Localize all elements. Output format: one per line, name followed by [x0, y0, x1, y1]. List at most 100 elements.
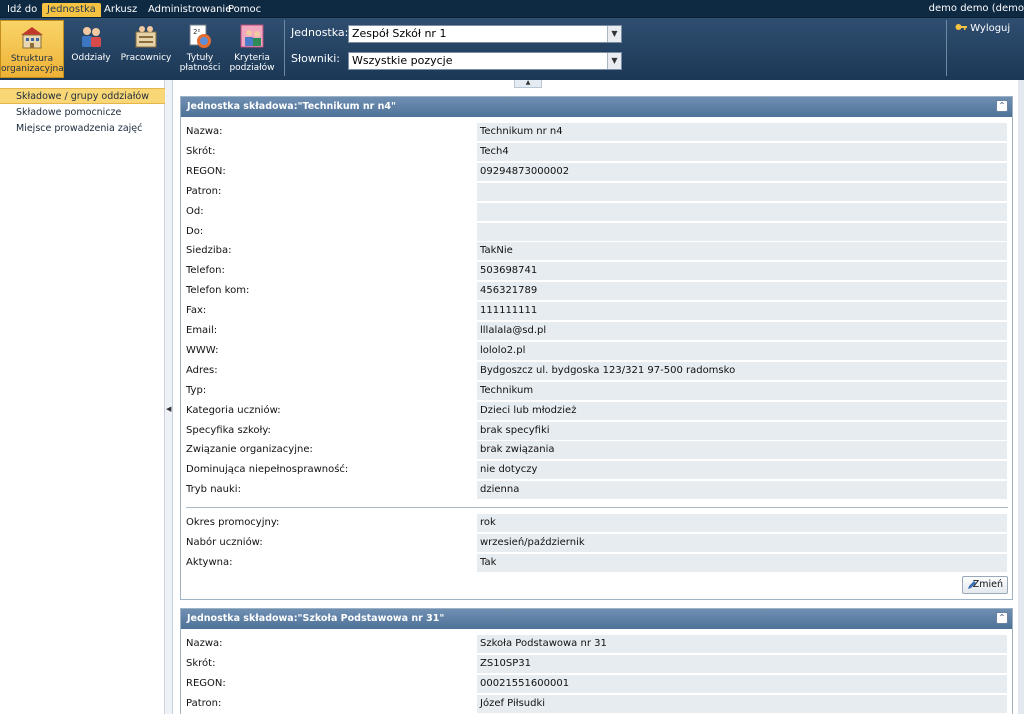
tool-tytuly-platnosci[interactable]: 2² Tytuły płatności [178, 20, 222, 78]
field-label: Tryb nauki: [186, 484, 241, 496]
collapse-icon[interactable]: ⌃ [996, 100, 1008, 112]
field-value: 456321789 [477, 282, 1007, 301]
tool-kryteria-podzialow[interactable]: Kryteria podziałów [226, 20, 278, 78]
field-row: Telefon kom: 456321789 [181, 281, 1012, 301]
section-divider [186, 507, 1008, 508]
field-row: Do: [181, 222, 1012, 242]
staff-icon [135, 26, 157, 48]
field-label: Specyfika szkoły: [186, 424, 271, 436]
field-label: Nabór uczniów: [186, 537, 263, 548]
field-value [477, 202, 1007, 221]
panel-header: Jednostka składowa:"Technikum nr n4" ⌃ [181, 97, 1012, 117]
chevron-down-icon[interactable]: ▼ [607, 53, 621, 69]
tool-label-line2: organizacyjna [1, 64, 64, 74]
menu-pomoc[interactable]: Pomoc [223, 3, 266, 17]
vertical-scrollbar[interactable] [1018, 80, 1024, 714]
field-label: REGON: [186, 677, 226, 689]
field-label: Adres: [186, 364, 218, 376]
field-value: nie dotyczy [477, 461, 1007, 480]
slowniki-select[interactable]: Wszystkie pozycje ▼ [348, 52, 622, 70]
menu-idz-do[interactable]: Idź do [2, 3, 42, 17]
field-label: Okres promocyjny: [186, 517, 280, 528]
nav-item-miejsce-prowadzenia[interactable]: Miejsce prowadzenia zajęć [0, 121, 165, 137]
field-value: Dzieci lub młodzież [477, 401, 1007, 420]
tool-struktura-organizacyjna[interactable]: Struktura organizacyjna [0, 20, 64, 78]
field-value: 09294873000002 [477, 162, 1007, 181]
tool-pracownicy[interactable]: Pracownicy [118, 20, 174, 78]
field-label: Kategoria uczniów: [186, 404, 281, 416]
field-value: 503698741 [477, 262, 1007, 281]
top-menu-bar: Idź do Jednostka Arkusz Administrowanie … [0, 0, 1024, 18]
field-label: Patron: [186, 185, 222, 197]
field-label: Aktywna: [186, 557, 233, 568]
edit-button[interactable]: Zmień [962, 576, 1008, 594]
svg-text:2²: 2² [193, 28, 200, 36]
panel-jednostka-technikum: Jednostka składowa:"Technikum nr n4" ⌃ N… [180, 96, 1013, 600]
user-label: demo demo (demo [928, 3, 1024, 14]
pencil-icon [968, 581, 976, 589]
menu-arkusz[interactable]: Arkusz [99, 3, 142, 17]
tool-label-line2: podziałów [229, 63, 275, 73]
field-value: Technikum [477, 381, 1007, 400]
field-row: Tryb nauki: dzienna [181, 480, 1012, 500]
logout-label: Wyloguj [970, 23, 1011, 34]
jednostka-select[interactable]: Zespół Szkół nr 1 ▼ [348, 25, 622, 43]
jednostka-label: Jednostka: [291, 26, 349, 39]
logout-button[interactable]: Wyloguj [955, 22, 1010, 35]
field-value: Bydgoszcz ul. bydgoska 123/321 97-500 ra… [477, 361, 1007, 380]
field-row: Nazwa: Szkoła Podstawowa nr 31 [181, 634, 1012, 654]
field-row: Kategoria uczniów: Dzieci lub młodzież [181, 401, 1012, 421]
tool-label-line1: Kryteria [234, 53, 270, 63]
collapse-left-icon[interactable]: ◀ [166, 405, 171, 413]
chevron-down-icon[interactable]: ▼ [607, 26, 621, 42]
field-value: wrzesień/październik [477, 534, 1007, 552]
field-value: lololo2.pl [477, 341, 1007, 360]
field-row: Specyfika szkoły: brak specyfiki [181, 421, 1012, 441]
field-row: Aktywna: Tak [181, 553, 1012, 573]
field-value: Tak [477, 554, 1007, 572]
field-row: Patron: [181, 182, 1012, 202]
field-row: REGON: 00021551600001 [181, 674, 1012, 694]
ribbon-separator [284, 20, 285, 76]
field-row: Patron: Józef Piłsudki [181, 694, 1012, 714]
panel-header: Jednostka składowa:"Szkoła Podstawowa nr… [181, 609, 1012, 629]
field-row: Dominująca niepełnosprawność: nie dotyczy [181, 460, 1012, 480]
field-label: Skrót: [186, 145, 216, 157]
field-row: Adres: Bydgoszcz ul. bydgoska 123/321 97-… [181, 361, 1012, 381]
field-row: Email: lllalala@sd.pl [181, 321, 1012, 341]
tool-label-line1: Struktura [10, 54, 54, 64]
slowniki-label: Słowniki: [291, 52, 340, 65]
field-label: REGON: [186, 165, 226, 177]
field-label: Siedziba: [186, 245, 232, 257]
field-row: REGON: 09294873000002 [181, 162, 1012, 182]
key-icon [955, 24, 967, 30]
collapse-top-icon[interactable]: ▲ [514, 80, 542, 88]
field-value: brak związania [477, 441, 1007, 460]
collapse-icon[interactable]: ⌃ [996, 612, 1008, 624]
tool-oddzialy[interactable]: Oddziały [68, 20, 114, 78]
field-label: Związanie organizacyjne: [186, 444, 313, 456]
nav-item-skladowe-pomocnicze[interactable]: Składowe pomocnicze [0, 105, 165, 121]
field-label: Typ: [186, 384, 207, 396]
jednostka-select-value: Zespół Szkół nr 1 [352, 27, 447, 40]
field-value: dzienna [477, 481, 1007, 500]
field-label: Telefon: [186, 265, 225, 277]
field-value: brak specyfiki [477, 421, 1007, 440]
students-icon [82, 27, 101, 47]
menu-jednostka[interactable]: Jednostka [42, 3, 101, 17]
field-value: ZS10SP31 [477, 654, 1007, 673]
field-label: Email: [186, 325, 218, 336]
field-label: Fax: [186, 305, 207, 317]
field-row: Nabór uczniów: wrzesień/październik [181, 533, 1012, 553]
sidebar-splitter[interactable] [165, 80, 173, 714]
ribbon-separator [946, 20, 947, 76]
field-label: Skrót: [186, 657, 216, 669]
field-value: TakNie [477, 242, 1007, 261]
field-row: Siedziba: TakNie [181, 241, 1012, 261]
field-value: Szkoła Podstawowa nr 31 [477, 635, 1007, 653]
field-label: Patron: [186, 697, 222, 709]
building-icon [21, 27, 43, 49]
slowniki-select-value: Wszystkie pozycje [352, 54, 453, 67]
nav-item-skladowe-grupy[interactable]: Składowe / grupy oddziałów [0, 88, 165, 104]
field-value: 00021551600001 [477, 674, 1007, 693]
